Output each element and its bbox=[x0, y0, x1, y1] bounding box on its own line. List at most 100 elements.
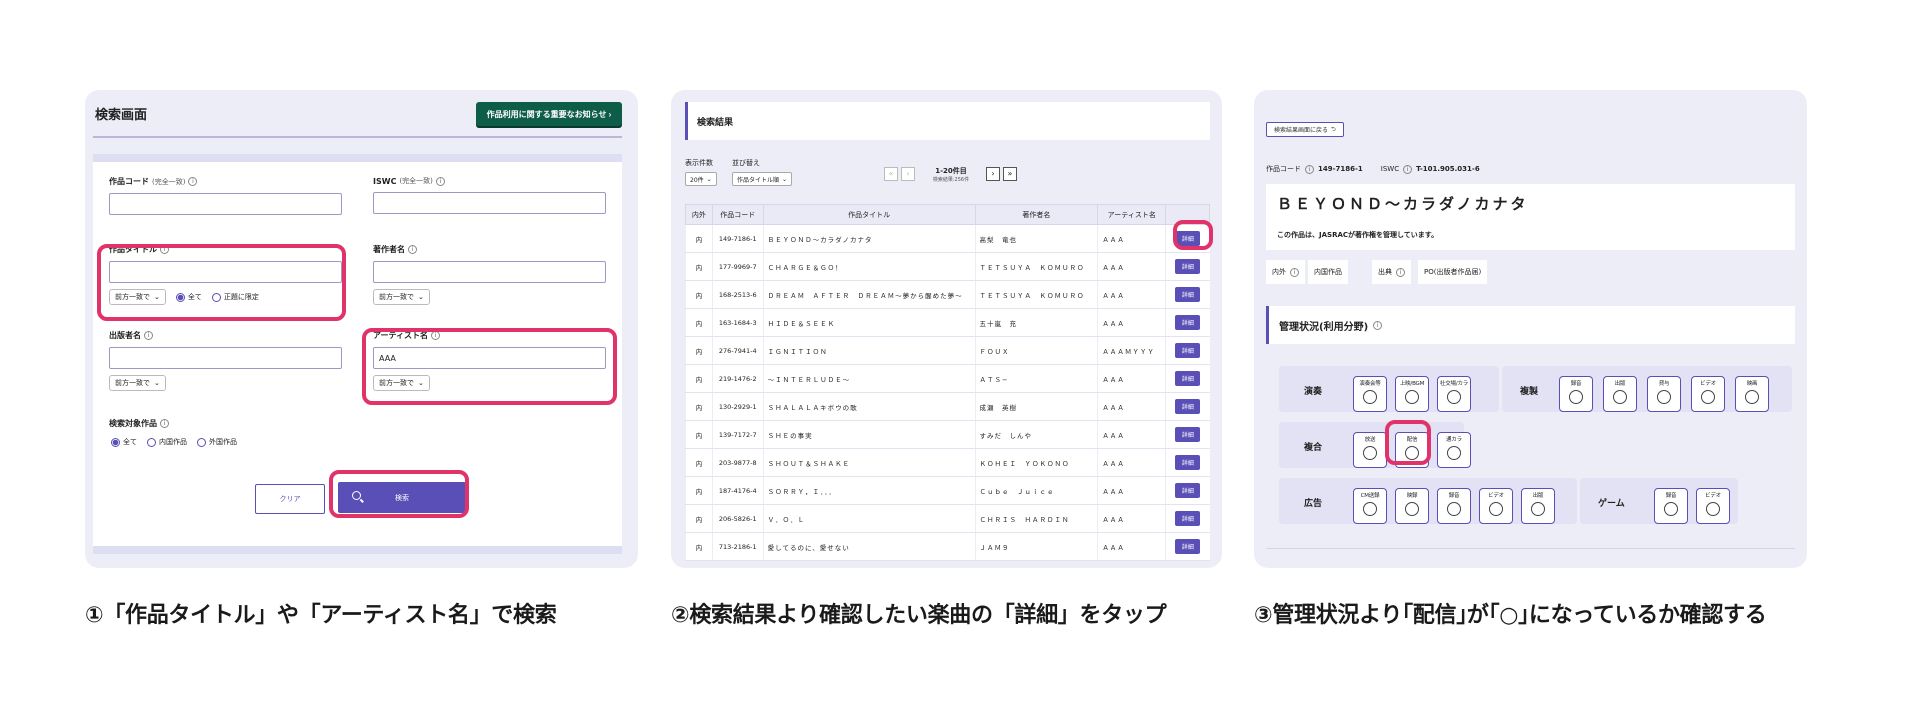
cell-detail: 詳細 bbox=[1165, 308, 1210, 337]
cell-title: ＤＲＥＡＭ ＡＦＴＥＲ ＤＲＥＡＭ〜夢から醒めた夢〜 bbox=[762, 280, 975, 309]
cell-title: ＢＥＹＯＮＤ〜カラダノカナタ bbox=[762, 224, 975, 253]
usage-label: 出版 bbox=[1532, 493, 1544, 499]
circle-status-icon bbox=[1405, 446, 1419, 460]
publisher-match-select[interactable]: 前方一致で ⌄ bbox=[109, 375, 166, 391]
info-icon[interactable]: i bbox=[408, 245, 417, 254]
back-to-results-button[interactable]: 検索結果画面に戻る ⮌ bbox=[1266, 122, 1344, 137]
title-radio-main[interactable]: 正題に限定 bbox=[211, 292, 259, 302]
cell-title: ＩＧＮＩＴＩＯＮ bbox=[762, 336, 975, 365]
chevron-down-icon: ⌄ bbox=[782, 175, 788, 183]
info-icon[interactable]: i bbox=[160, 419, 169, 428]
cell-artist: ＡＡＡＭＹＹＹ bbox=[1097, 336, 1166, 365]
cell-artist: ＡＡＡ bbox=[1097, 448, 1166, 477]
managed-note: この作品は、JASRACが著作権を管理しています。 bbox=[1277, 231, 1439, 239]
info-icon[interactable]: i bbox=[144, 331, 153, 340]
sort-select[interactable]: 作品タイトル順 ⌄ bbox=[732, 172, 793, 186]
cell-detail: 詳細 bbox=[1165, 224, 1210, 253]
sort-label: 並び替え bbox=[732, 159, 760, 167]
info-icon[interactable]: i bbox=[1305, 164, 1314, 174]
return-icon: ⮌ bbox=[1331, 126, 1336, 133]
chevron-down-icon: ⌄ bbox=[706, 175, 712, 183]
detail-button[interactable]: 詳細 bbox=[1175, 427, 1201, 442]
iswc-input[interactable] bbox=[373, 192, 606, 214]
table-row: 内 168-2513-6 ＤＲＥＡＭ ＡＦＴＥＲ ＤＲＥＡＭ〜夢から醒めた夢〜 ＴＥＴ… bbox=[685, 280, 1210, 309]
important-notice-button[interactable]: 作品利用に関する重要なお知らせ › bbox=[476, 102, 622, 126]
cell-artist: ＡＡＡ bbox=[1097, 476, 1166, 505]
author-input[interactable] bbox=[373, 261, 606, 283]
search-button[interactable]: 検索 bbox=[338, 482, 466, 513]
title-match-select[interactable]: 前方一致で ⌄ bbox=[109, 289, 166, 305]
cell-code: 177-9969-7 bbox=[711, 252, 764, 281]
group-game-label: ゲーム bbox=[1598, 499, 1625, 509]
detail-button[interactable]: 詳細 bbox=[1175, 315, 1201, 330]
artist-match-select[interactable]: 前方一致で ⌄ bbox=[373, 375, 430, 391]
artist-input[interactable]: AAA bbox=[373, 347, 606, 369]
table-row: 内 219-1476-2 〜ＩＮＴＥＲＬＵＤＥ〜 ＡＴＳ− ＡＡＡ 詳細 bbox=[685, 364, 1210, 393]
step3-caption: ③管理状況より｢配信｣が｢○｣になっているか確認する bbox=[1254, 603, 1767, 628]
title-radio-all[interactable]: 全て bbox=[175, 292, 202, 302]
usage-perform-1: 上映/BGM bbox=[1395, 376, 1429, 412]
cell-io: 内 bbox=[685, 420, 713, 449]
prev-page-button[interactable]: ‹ bbox=[901, 167, 915, 181]
cell-io: 内 bbox=[685, 224, 713, 253]
cell-title: ＨＩＤＥ＆ＳＥＥＫ bbox=[762, 308, 975, 337]
title-label: 作品タイトル bbox=[109, 245, 157, 254]
detail-button[interactable]: 詳細 bbox=[1175, 343, 1201, 358]
detail-button[interactable]: 詳細 bbox=[1175, 483, 1201, 498]
cell-author: ＫＯＨＥＩ ＹＯＫＯＮＯ bbox=[974, 448, 1098, 477]
detail-button[interactable]: 詳細 bbox=[1175, 371, 1201, 386]
col-detail bbox=[1165, 204, 1210, 225]
cell-author: ＣＨＲＩＳ ＨＡＲＤＩＮ bbox=[974, 504, 1098, 533]
publisher-input[interactable] bbox=[109, 347, 342, 369]
next-page-button[interactable]: › bbox=[986, 167, 1000, 181]
detail-button[interactable]: 詳細 bbox=[1175, 399, 1201, 414]
info-icon[interactable]: i bbox=[431, 331, 441, 340]
io-value-tag: 内国作品 bbox=[1308, 260, 1348, 284]
code-line: 作品コード i 149-7186-1 ISWC i T-101.905.031-6 bbox=[1266, 164, 1494, 174]
display-count-label: 表示件数 bbox=[685, 159, 713, 167]
clear-button[interactable]: クリア bbox=[255, 484, 325, 514]
info-icon[interactable]: i bbox=[1396, 267, 1405, 277]
target-radio-all[interactable]: 全て bbox=[111, 437, 137, 447]
target-radio-foreign[interactable]: 外国作品 bbox=[197, 437, 237, 447]
cell-title: 愛してるのに、愛せない bbox=[762, 532, 975, 561]
work-code-input[interactable] bbox=[109, 193, 342, 215]
detail-button[interactable]: 詳細 bbox=[1175, 287, 1201, 302]
detail-button[interactable]: 詳細 bbox=[1175, 259, 1201, 274]
usage-label: 配信 bbox=[1406, 437, 1418, 443]
detail-button[interactable]: 詳細 bbox=[1175, 511, 1201, 526]
detail-button[interactable]: 詳細 bbox=[1175, 455, 1201, 470]
info-icon[interactable]: i bbox=[188, 177, 198, 186]
info-icon[interactable]: i bbox=[160, 245, 169, 254]
page-range: 1-20件目 bbox=[935, 167, 967, 175]
info-icon[interactable]: i bbox=[1290, 267, 1299, 277]
usage-copy-1: 出版 bbox=[1603, 376, 1637, 412]
info-icon[interactable]: i bbox=[435, 176, 445, 186]
circle-status-icon bbox=[1613, 390, 1627, 404]
usage-label: CM送録 bbox=[1360, 493, 1380, 499]
detail-button[interactable]: 詳細 bbox=[1175, 539, 1201, 554]
group-ad-label: 広告 bbox=[1304, 499, 1323, 509]
usage-ad-4: 出版 bbox=[1521, 488, 1555, 524]
cell-detail: 詳細 bbox=[1165, 280, 1210, 309]
display-count-select[interactable]: 20件 ⌄ bbox=[685, 172, 717, 186]
usage-copy-3: ビデオ bbox=[1691, 376, 1725, 412]
first-page-button[interactable]: « bbox=[884, 167, 898, 181]
step1-caption: ①「作品タイトル」や「アーティスト名」で検索 bbox=[85, 603, 557, 628]
col-io: 内外 bbox=[685, 204, 713, 225]
work-code-field: 作品コード (完全一致) i bbox=[109, 176, 342, 215]
last-page-button[interactable]: » bbox=[1003, 167, 1017, 181]
target-radio-domestic[interactable]: 内国作品 bbox=[147, 437, 187, 447]
info-icon[interactable]: i bbox=[1373, 320, 1383, 330]
author-match-select[interactable]: 前方一致で ⌄ bbox=[373, 289, 430, 305]
title-input[interactable] bbox=[109, 261, 342, 283]
cell-author: ＴＥＴＳＵＹＡ ＫＯＭＵＲＯ bbox=[974, 280, 1098, 309]
cell-detail: 詳細 bbox=[1165, 420, 1210, 449]
cell-title: ＣＨＡＲＧＥ＆ＧＯ！ bbox=[762, 252, 975, 281]
detail-button[interactable]: 詳細 bbox=[1175, 231, 1201, 246]
search-icon bbox=[352, 491, 361, 500]
info-icon[interactable]: i bbox=[1403, 164, 1413, 174]
circle-status-icon bbox=[1405, 390, 1419, 404]
group-copy-label: 複製 bbox=[1520, 387, 1539, 397]
usage-label: 録音 bbox=[1665, 493, 1677, 499]
